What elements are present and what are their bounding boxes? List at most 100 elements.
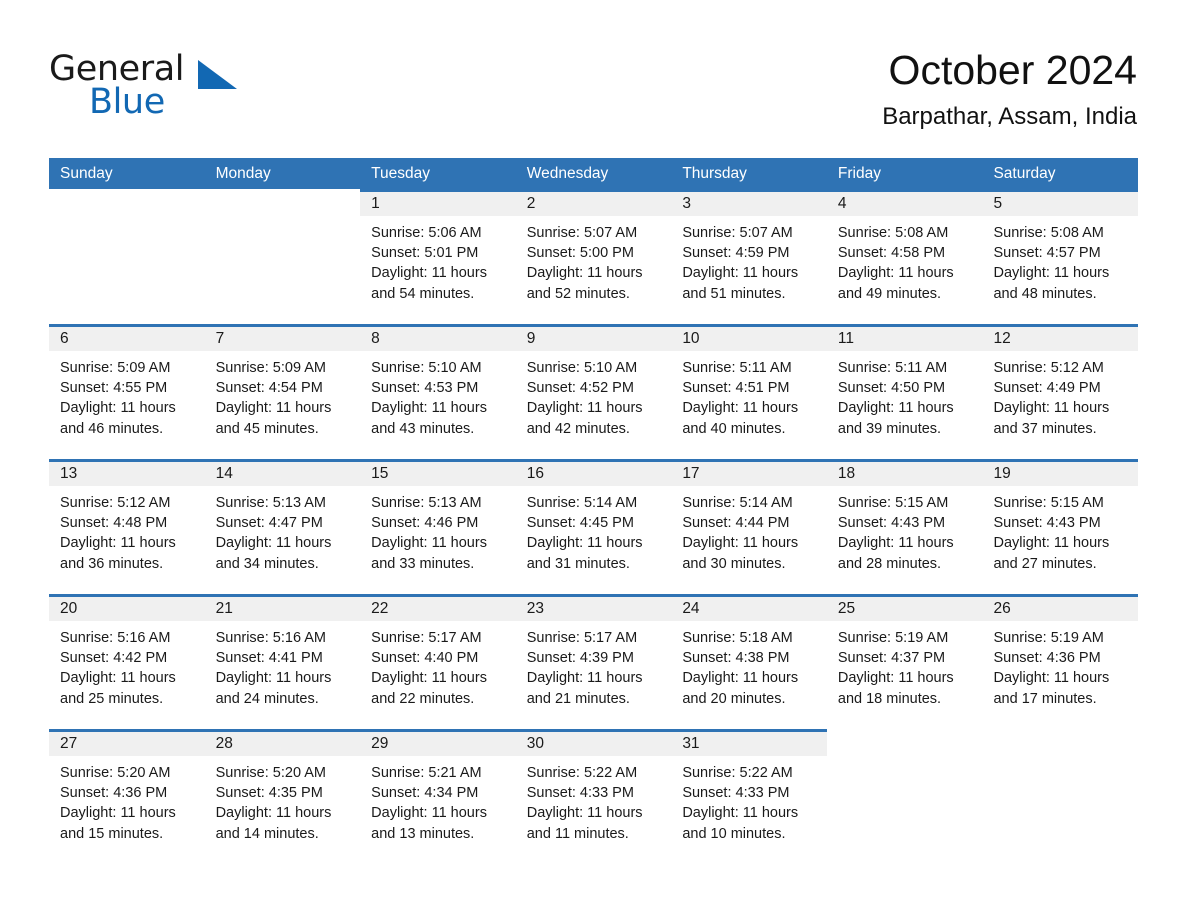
day-number-band: 30 <box>515 729 672 756</box>
calendar-day-cell-empty <box>204 189 361 324</box>
day-number-band: 7 <box>204 324 361 351</box>
calendar-day-cell[interactable]: 20 Sunrise: 5:16 AM Sunset: 4:42 PM Dayligh… <box>49 594 205 729</box>
calendar-day-cell[interactable]: 22 Sunrise: 5:17 AM Sunset: 4:40 PM Dayligh… <box>360 594 516 729</box>
day-number: 28 <box>215 735 233 752</box>
daylight-text-line1: Daylight: 11 hours <box>993 400 1110 417</box>
daylight-text-line1: Daylight: 11 hours <box>60 670 176 687</box>
sunset-text: Sunset: 4:34 PM <box>371 785 479 802</box>
calendar-day-cell[interactable]: 16 Sunrise: 5:14 AM Sunset: 4:45 PM Dayligh… <box>515 459 672 594</box>
day-number: 9 <box>526 330 536 347</box>
day-details: Sunrise: 5:08 AM Sunset: 4:57 PM Daylight:… <box>982 216 1138 304</box>
weekday-header-thursday: Thursday <box>682 165 747 182</box>
daylight-text-line2: and 28 minutes. <box>837 555 942 572</box>
day-details: Sunrise: 5:19 AM Sunset: 4:37 PM Daylight:… <box>827 621 983 709</box>
daylight-text-line2: and 24 minutes. <box>215 690 319 707</box>
day-number: 20 <box>60 600 78 617</box>
daylight-text-line1: Daylight: 11 hours <box>371 805 487 822</box>
calendar-day-cell-empty <box>49 189 205 324</box>
day-number-band: 11 <box>826 324 983 351</box>
daylight-text-line1: Daylight: 11 hours <box>526 400 643 417</box>
calendar-day-cell[interactable]: 5 Sunrise: 5:08 AM Sunset: 4:57 PM Daylight… <box>982 189 1139 324</box>
sunset-text: Sunset: 4:58 PM <box>837 245 946 262</box>
calendar-day-cell[interactable]: 17 Sunrise: 5:14 AM Sunset: 4:44 PM Dayligh… <box>671 459 827 594</box>
calendar-day-cell[interactable]: 26 Sunrise: 5:19 AM Sunset: 4:36 PM Dayligh… <box>982 594 1139 729</box>
calendar-day-cell[interactable]: 24 Sunrise: 5:18 AM Sunset: 4:38 PM Dayligh… <box>671 594 827 729</box>
daylight-text-line1: Daylight: 11 hours <box>526 805 643 822</box>
day-number: 29 <box>371 735 389 752</box>
calendar-weeks: 1 Sunrise: 5:06 AM Sunset: 5:01 PM Daylight… <box>49 189 1139 864</box>
calendar-day-cell[interactable]: 10 Sunrise: 5:11 AM Sunset: 4:51 PM Dayligh… <box>671 324 827 459</box>
sunset-text: Sunset: 4:49 PM <box>993 380 1101 397</box>
sunset-text: Sunset: 4:53 PM <box>371 380 479 397</box>
calendar-day-cell[interactable]: 12 Sunrise: 5:12 AM Sunset: 4:49 PM Dayligh… <box>982 324 1139 459</box>
sunrise-text: Sunrise: 5:07 AM <box>682 225 793 241</box>
daylight-text-line2: and 39 minutes. <box>837 420 942 437</box>
daylight-text-line2: and 10 minutes. <box>682 825 786 842</box>
sunset-text: Sunset: 4:48 PM <box>60 515 168 532</box>
calendar-day-cell[interactable]: 4 Sunrise: 5:08 AM Sunset: 4:58 PM Daylight… <box>826 189 983 324</box>
sunrise-text: Sunrise: 5:14 AM <box>682 495 793 511</box>
calendar-day-cell[interactable]: 30 Sunrise: 5:22 AM Sunset: 4:33 PM Dayligh… <box>515 729 672 864</box>
calendar-day-cell[interactable]: 11 Sunrise: 5:11 AM Sunset: 4:50 PM Dayligh… <box>826 324 983 459</box>
sunrise-text: Sunrise: 5:07 AM <box>526 225 638 241</box>
calendar-day-cell[interactable]: 13 Sunrise: 5:12 AM Sunset: 4:48 PM Dayligh… <box>49 459 205 594</box>
day-number: 12 <box>993 330 1011 347</box>
masthead: General Blue October 2024 Barpathar, Ass… <box>49 44 1137 149</box>
calendar-day-cell[interactable]: 18 Sunrise: 5:15 AM Sunset: 4:43 PM Dayligh… <box>826 459 983 594</box>
calendar-day-cell[interactable]: 9 Sunrise: 5:10 AM Sunset: 4:52 PM Daylight… <box>515 324 672 459</box>
daylight-text-line2: and 37 minutes. <box>993 420 1097 437</box>
daylight-text-line2: and 34 minutes. <box>215 555 319 572</box>
sunset-text: Sunset: 4:54 PM <box>215 380 323 397</box>
day-details: Sunrise: 5:12 AM Sunset: 4:48 PM Daylight:… <box>49 486 205 574</box>
calendar-day-cell[interactable]: 21 Sunrise: 5:16 AM Sunset: 4:41 PM Dayligh… <box>204 594 361 729</box>
day-number: 8 <box>371 330 380 347</box>
weekday-header-row: Sunday Monday Tuesday Wednesday Thursday Frid… <box>49 158 1138 189</box>
calendar-day-cell[interactable]: 25 Sunrise: 5:19 AM Sunset: 4:37 PM Dayligh… <box>826 594 983 729</box>
calendar-day-cell[interactable]: 31 Sunrise: 5:22 AM Sunset: 4:33 PM Dayligh… <box>671 729 827 864</box>
sunset-text: Sunset: 4:36 PM <box>993 650 1101 667</box>
calendar-day-cell[interactable]: 23 Sunrise: 5:17 AM Sunset: 4:39 PM Dayligh… <box>515 594 672 729</box>
calendar-day-cell[interactable]: 8 Sunrise: 5:10 AM Sunset: 4:53 PM Daylight… <box>360 324 516 459</box>
day-number-band <box>49 189 205 216</box>
calendar-day-cell[interactable]: 27 Sunrise: 5:20 AM Sunset: 4:36 PM Dayligh… <box>49 729 205 864</box>
sunrise-text: Sunrise: 5:12 AM <box>993 360 1104 376</box>
daylight-text-line1: Daylight: 11 hours <box>837 535 954 552</box>
calendar-day-cell[interactable]: 7 Sunrise: 5:09 AM Sunset: 4:54 PM Daylight… <box>204 324 361 459</box>
day-number-band: 12 <box>982 324 1139 351</box>
daylight-text-line2: and 45 minutes. <box>215 420 319 437</box>
sunrise-text: Sunrise: 5:14 AM <box>526 495 638 511</box>
day-number-band: 23 <box>515 594 672 621</box>
calendar-day-cell[interactable]: 6 Sunrise: 5:09 AM Sunset: 4:55 PM Daylight… <box>49 324 205 459</box>
sunset-text: Sunset: 4:33 PM <box>682 785 790 802</box>
calendar-day-cell[interactable]: 14 Sunrise: 5:13 AM Sunset: 4:47 PM Dayligh… <box>204 459 361 594</box>
calendar-day-cell[interactable]: 29 Sunrise: 5:21 AM Sunset: 4:34 PM Dayligh… <box>360 729 516 864</box>
calendar-day-cell[interactable]: 2 Sunrise: 5:07 AM Sunset: 5:00 PM Daylight… <box>515 189 672 324</box>
day-number: 17 <box>682 465 700 482</box>
general-blue-logo[interactable]: General Blue <box>49 50 249 126</box>
day-number: 15 <box>371 465 389 482</box>
day-number: 7 <box>215 330 225 347</box>
sunset-text: Sunset: 4:37 PM <box>837 650 946 667</box>
weekday-header-sunday: Sunday <box>60 165 113 182</box>
calendar-day-cell[interactable]: 1 Sunrise: 5:06 AM Sunset: 5:01 PM Daylight… <box>360 189 516 324</box>
day-number-band: 10 <box>671 324 827 351</box>
day-number: 31 <box>682 735 700 752</box>
sunset-text: Sunset: 4:35 PM <box>215 785 323 802</box>
day-details: Sunrise: 5:15 AM Sunset: 4:43 PM Daylight:… <box>982 486 1138 574</box>
calendar-week-row: 13 Sunrise: 5:12 AM Sunset: 4:48 PM Dayligh… <box>49 459 1139 594</box>
calendar-day-cell[interactable]: 19 Sunrise: 5:15 AM Sunset: 4:43 PM Dayligh… <box>982 459 1139 594</box>
daylight-text-line1: Daylight: 11 hours <box>215 535 332 552</box>
daylight-text-line1: Daylight: 11 hours <box>371 265 487 282</box>
calendar-day-cell[interactable]: 3 Sunrise: 5:07 AM Sunset: 4:59 PM Daylight… <box>671 189 827 324</box>
day-number-band: 16 <box>515 459 672 486</box>
sunrise-text: Sunrise: 5:08 AM <box>993 225 1104 241</box>
day-number-band: 6 <box>49 324 205 351</box>
calendar-day-cell[interactable]: 15 Sunrise: 5:13 AM Sunset: 4:46 PM Dayligh… <box>360 459 516 594</box>
day-number: 27 <box>60 735 78 752</box>
sunset-text: Sunset: 4:51 PM <box>682 380 790 397</box>
daylight-text-line1: Daylight: 11 hours <box>60 805 176 822</box>
sunset-text: Sunset: 4:43 PM <box>993 515 1101 532</box>
daylight-text-line2: and 22 minutes. <box>371 690 475 707</box>
day-number: 1 <box>371 195 380 212</box>
calendar-day-cell[interactable]: 28 Sunrise: 5:20 AM Sunset: 4:35 PM Dayligh… <box>204 729 361 864</box>
